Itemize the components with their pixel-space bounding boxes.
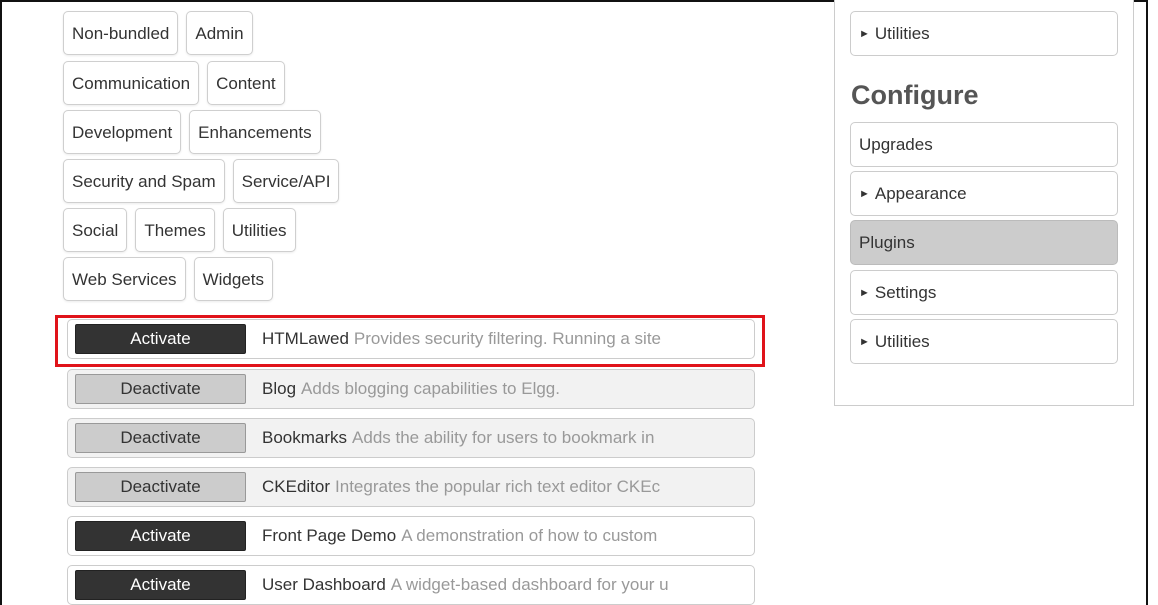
plugin-description: Adds the ability for users to bookmark i… bbox=[352, 428, 655, 447]
plugin-row-htmlawed: Activate HTMLawed Provides security filte… bbox=[67, 319, 755, 359]
category-row: Communication Content bbox=[63, 61, 285, 105]
category-security-and-spam[interactable]: Security and Spam bbox=[63, 159, 225, 203]
plugin-row-ckeditor: Deactivate CKEditor Integrates the popula… bbox=[67, 467, 755, 507]
plugin-row-bookmarks: Deactivate Bookmarks Adds the ability for… bbox=[67, 418, 755, 458]
category-non-bundled[interactable]: Non-bundled bbox=[63, 11, 179, 55]
deactivate-button[interactable]: Deactivate bbox=[75, 374, 246, 404]
plugin-info: Front Page Demo A demonstration of how to… bbox=[262, 526, 754, 546]
category-service-api[interactable]: Service/API bbox=[232, 159, 340, 203]
plugin-name[interactable]: Blog bbox=[262, 379, 296, 398]
category-row: Web Services Widgets bbox=[63, 257, 273, 301]
sidebar-item-label: Utilities bbox=[874, 331, 930, 351]
triangle-right-icon: ► bbox=[859, 335, 870, 348]
sidebar-item-label: Upgrades bbox=[859, 134, 933, 154]
category-development[interactable]: Development bbox=[63, 110, 182, 154]
plugin-row-front-page-demo: Activate Front Page Demo A demonstration … bbox=[67, 516, 755, 556]
section-heading: Configure bbox=[851, 80, 979, 110]
plugin-info: Bookmarks Adds the ability for users to b… bbox=[262, 428, 754, 448]
category-content[interactable]: Content bbox=[207, 61, 285, 105]
plugin-row-blog: Deactivate Blog Adds blogging capabilitie… bbox=[67, 369, 755, 409]
deactivate-button[interactable]: Deactivate bbox=[75, 423, 246, 453]
sidebar-item-plugins[interactable]: Plugins bbox=[850, 220, 1118, 265]
plugin-name[interactable]: CKEditor bbox=[262, 477, 330, 496]
category-widgets[interactable]: Widgets bbox=[193, 257, 273, 301]
plugin-name[interactable]: Bookmarks bbox=[262, 428, 347, 447]
sidebar-item-utilities-top[interactable]: ► Utilities bbox=[850, 11, 1118, 56]
plugin-description: Adds blogging capabilities to Elgg. bbox=[301, 379, 560, 398]
category-themes[interactable]: Themes bbox=[135, 208, 215, 252]
plugin-info: CKEditor Integrates the popular rich text… bbox=[262, 477, 754, 497]
plugin-description: Provides security filtering. Running a s… bbox=[353, 329, 662, 348]
sidebar-item-label: Plugins bbox=[859, 232, 915, 252]
category-social[interactable]: Social bbox=[63, 208, 128, 252]
activate-button[interactable]: Activate bbox=[75, 570, 246, 600]
sidebar-item-appearance[interactable]: ► Appearance bbox=[850, 171, 1118, 216]
sidebar-item-settings[interactable]: ► Settings bbox=[850, 270, 1118, 315]
deactivate-button[interactable]: Deactivate bbox=[75, 472, 246, 502]
category-row: Security and Spam Service/API bbox=[63, 159, 340, 203]
plugin-info: HTMLawed Provides security filtering. Run… bbox=[262, 329, 754, 349]
category-admin[interactable]: Admin bbox=[186, 11, 253, 55]
triangle-right-icon: ► bbox=[859, 27, 870, 40]
admin-sidebar: ► Utilities Configure Upgrades ► Appeara… bbox=[834, 0, 1134, 406]
plugin-info: Blog Adds blogging capabilities to Elgg. bbox=[262, 379, 754, 399]
triangle-right-icon: ► bbox=[859, 187, 870, 200]
category-row: Non-bundled Admin bbox=[63, 11, 253, 55]
category-enhancements[interactable]: Enhancements bbox=[189, 110, 321, 154]
sidebar-item-upgrades[interactable]: Upgrades bbox=[850, 122, 1118, 167]
activate-button[interactable]: Activate bbox=[75, 521, 246, 551]
sidebar-item-label: Utilities bbox=[874, 23, 930, 43]
sidebar-item-utilities[interactable]: ► Utilities bbox=[850, 319, 1118, 364]
plugin-description: Integrates the popular rich text editor … bbox=[335, 477, 661, 496]
activate-button[interactable]: Activate bbox=[75, 324, 246, 354]
sidebar-item-label: Settings bbox=[874, 282, 937, 302]
category-communication[interactable]: Communication bbox=[63, 61, 200, 105]
plugin-info: User Dashboard A widget-based dashboard f… bbox=[262, 575, 754, 595]
category-utilities[interactable]: Utilities bbox=[222, 208, 296, 252]
category-web-services[interactable]: Web Services bbox=[63, 257, 186, 301]
plugin-name[interactable]: User Dashboard bbox=[262, 575, 386, 594]
triangle-right-icon: ► bbox=[859, 286, 870, 299]
plugin-description: A widget-based dashboard for your u bbox=[390, 575, 669, 594]
plugin-description: A demonstration of how to custom bbox=[401, 526, 658, 545]
plugin-name[interactable]: HTMLawed bbox=[262, 329, 349, 348]
plugin-row-user-dashboard: Activate User Dashboard A widget-based da… bbox=[67, 565, 755, 605]
category-row: Social Themes Utilities bbox=[63, 208, 296, 252]
category-row: Development Enhancements bbox=[63, 110, 321, 154]
sidebar-item-label: Appearance bbox=[874, 183, 967, 203]
plugin-name[interactable]: Front Page Demo bbox=[262, 526, 396, 545]
